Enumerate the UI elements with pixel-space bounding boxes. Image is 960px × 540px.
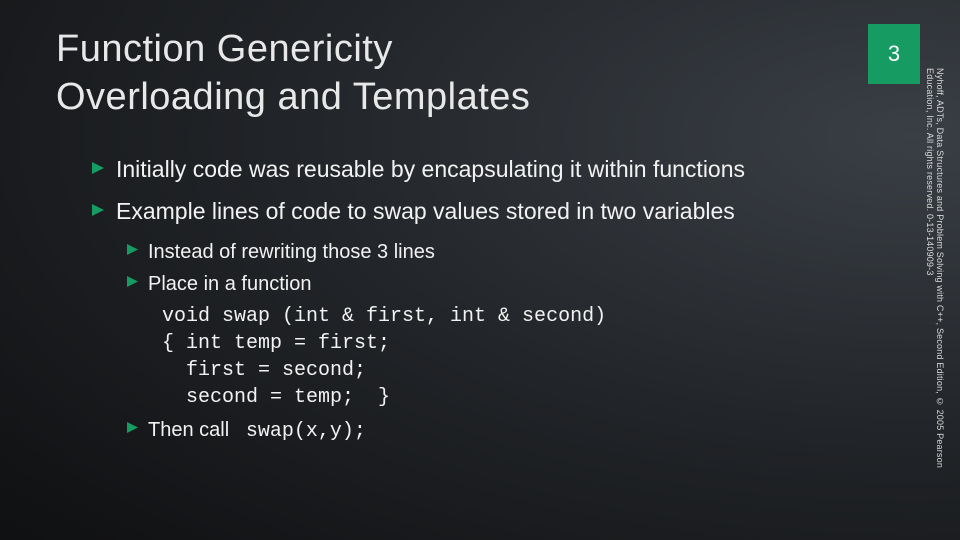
bullet-text: Instead of rewriting those 3 lines bbox=[148, 239, 890, 265]
bullet-arrow-icon bbox=[90, 160, 106, 185]
bullet-arrow-icon bbox=[126, 275, 139, 297]
bullet-arrow-icon bbox=[90, 202, 106, 227]
slide-body: Initially code was reusable by encapsula… bbox=[90, 155, 890, 451]
title-line-1: Function Genericity bbox=[56, 28, 393, 70]
then-call-label: Then call bbox=[148, 419, 229, 441]
bullet-level1: Initially code was reusable by encapsula… bbox=[90, 155, 890, 185]
page-number-badge: 3 bbox=[868, 24, 920, 84]
bullet-text: Example lines of code to swap values sto… bbox=[116, 197, 890, 227]
bullet-text: Place in a function bbox=[148, 271, 890, 297]
bullet-level1: Example lines of code to swap values sto… bbox=[90, 197, 890, 227]
code-swap-call: swap(x,y); bbox=[246, 420, 366, 443]
bullet-arrow-icon bbox=[126, 243, 139, 265]
sub-bullets: Instead of rewriting those 3 lines Place… bbox=[126, 239, 890, 445]
bullet-level2: Place in a function bbox=[126, 271, 890, 297]
citation-sidebar: Nyhoff, ADTs, Data Structures and Proble… bbox=[924, 68, 944, 508]
slide: 3 Function Genericity Overloading and Te… bbox=[0, 0, 960, 540]
bullet-text: Then call swap(x,y); bbox=[148, 417, 890, 445]
code-swap-definition: void swap (int & first, int & second) { … bbox=[162, 303, 890, 411]
slide-title: Function Genericity Overloading and Temp… bbox=[56, 26, 530, 121]
bullet-text: Initially code was reusable by encapsula… bbox=[116, 155, 890, 185]
bullet-arrow-icon bbox=[126, 421, 139, 445]
bullet-level2: Instead of rewriting those 3 lines bbox=[126, 239, 890, 265]
page-number: 3 bbox=[888, 41, 900, 67]
title-line-2: Overloading and Templates bbox=[56, 76, 530, 118]
bullet-level2: Then call swap(x,y); bbox=[126, 417, 890, 445]
